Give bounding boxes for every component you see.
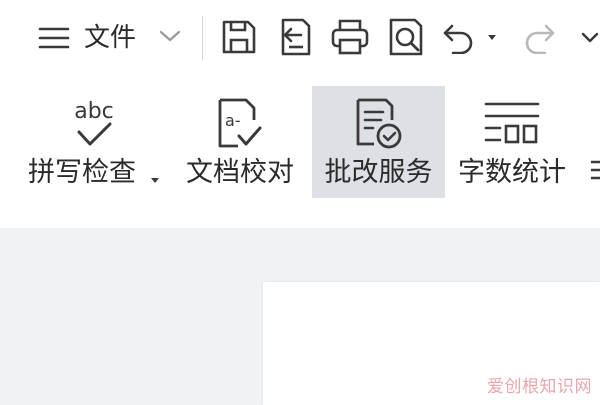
spellcheck-dropdown-icon[interactable]	[150, 170, 160, 189]
print-icon[interactable]	[330, 18, 370, 56]
correction-service-label: 批改服务	[324, 157, 433, 188]
spellcheck-button[interactable]: abc 拼写检查	[22, 86, 162, 198]
word-count-button[interactable]: 字数统计	[452, 86, 572, 198]
spellcheck-label: 拼写检查	[28, 157, 136, 188]
watermark-text: 爱创根知识网	[487, 377, 592, 397]
word-count-label: 字数统计	[458, 157, 566, 188]
next-ribbon-item-clipped[interactable]	[588, 156, 600, 190]
quick-access-toolbar: 文件	[0, 0, 600, 80]
print-preview-icon[interactable]	[386, 17, 426, 57]
save-icon[interactable]	[220, 18, 258, 56]
document-proofread-icon: a-	[214, 96, 270, 156]
undo-dropdown-icon[interactable]	[487, 34, 497, 42]
correction-service-button[interactable]: 批改服务	[312, 86, 445, 198]
undo-icon[interactable]	[442, 20, 478, 54]
spellcheck-icon: abc	[66, 96, 122, 156]
redo-icon[interactable]	[520, 20, 556, 54]
hamburger-icon[interactable]	[38, 24, 72, 52]
document-proofread-label: 文档校对	[186, 157, 294, 188]
word-count-icon	[482, 96, 542, 156]
file-menu-label[interactable]: 文件	[84, 22, 136, 54]
chevron-down-icon[interactable]	[158, 28, 182, 44]
more-dropdown-icon[interactable]	[580, 30, 600, 46]
correction-service-icon	[352, 96, 408, 156]
svg-text:abc: abc	[74, 99, 114, 124]
toolbar-separator	[202, 16, 203, 60]
document-proofread-button[interactable]: a- 文档校对	[180, 86, 300, 198]
export-icon[interactable]	[275, 17, 315, 57]
svg-text:a-: a-	[225, 111, 241, 130]
